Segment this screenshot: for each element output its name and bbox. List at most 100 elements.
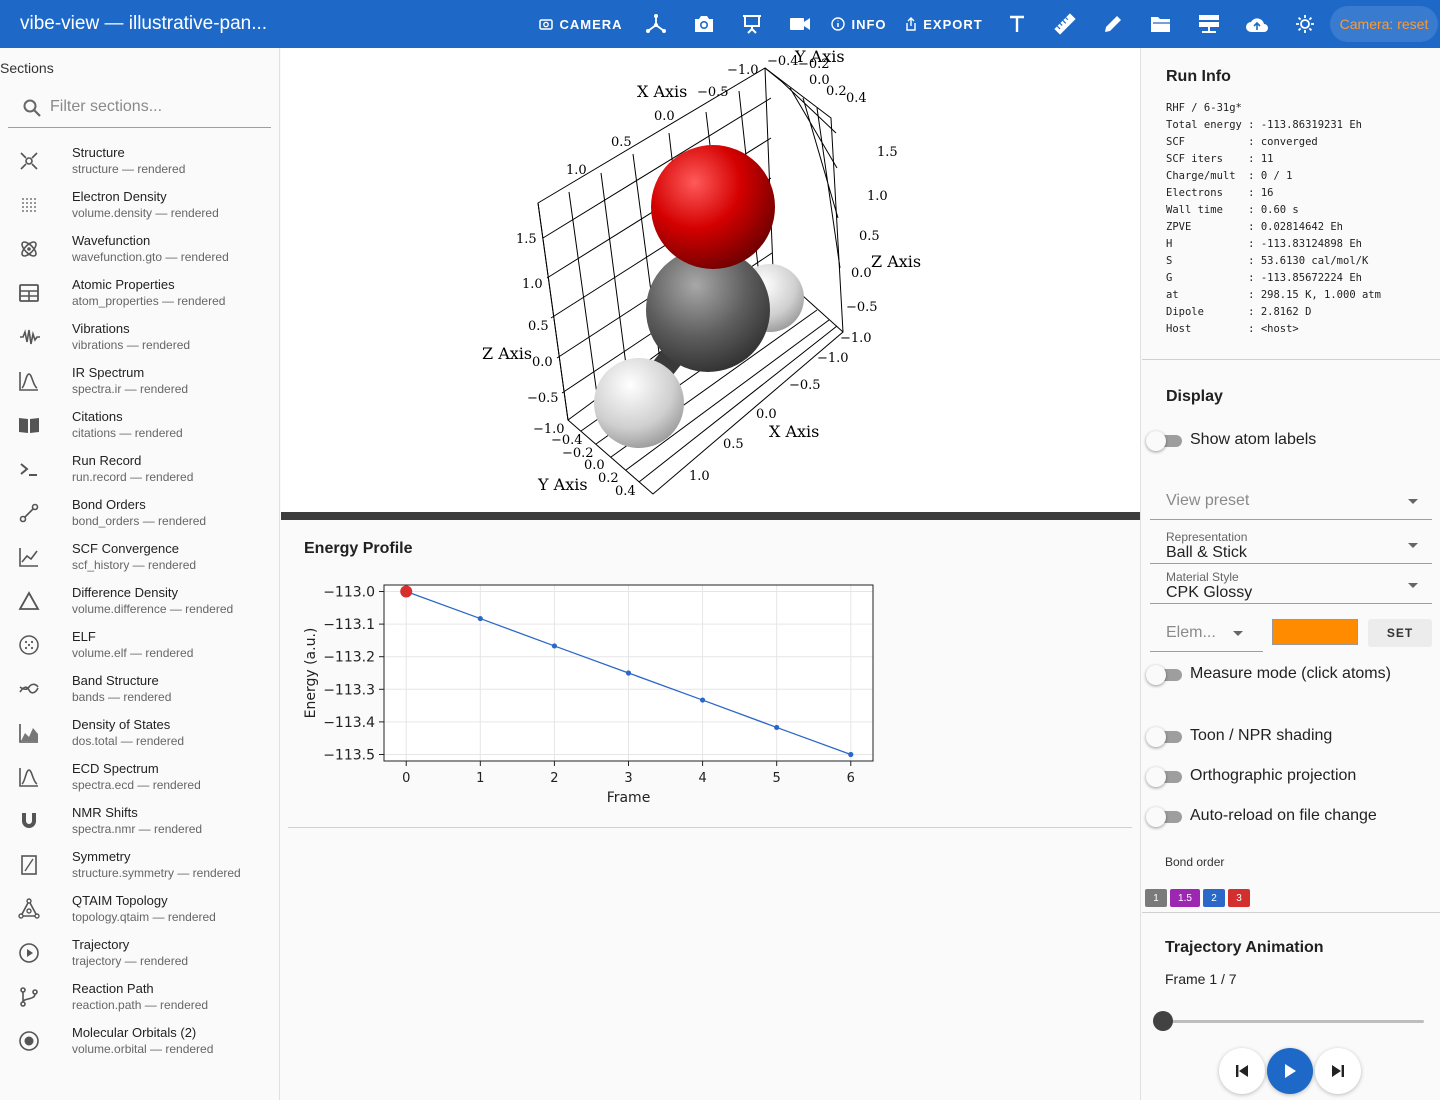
terminal-icon (20, 463, 37, 476)
sidebar-item-density-of-states[interactable]: Density of States dos.total — rendered (0, 712, 279, 756)
presentation-icon (743, 15, 761, 34)
molecule-3d-viewer[interactable]: −1.0 −0.4 −0.2 0.0 0.2 0.4 −0.5 0.0 0.5 1.0 1.5 1… (281, 47, 1140, 512)
molecule-3d-canvas[interactable]: −1.0−0.4 −0.20.00.2 0.4 −0.50.00.51.0 1.51… (281, 47, 1140, 512)
sidebar-item-label: Bond Orders (72, 497, 146, 512)
sidebar-item-reaction-path[interactable]: Reaction Path reaction.path — rendered (0, 976, 279, 1020)
measure-mode-toggle[interactable]: Measure mode (click atoms) (1144, 663, 1434, 685)
sidebar-item-label: Reaction Path (72, 981, 154, 996)
camera-icon (539, 19, 554, 30)
sidebar-item-citations[interactable]: Citations citations — rendered (0, 404, 279, 448)
sidebar-item-difference-density[interactable]: Difference Density volume.difference — re… (0, 580, 279, 624)
sidebar-item-ir-spectrum[interactable]: IR Spectrum spectra.ir — rendered (0, 360, 279, 404)
axes-button[interactable] (640, 0, 672, 48)
orbital-icon (19, 1031, 39, 1051)
sidebar-item-vibrations[interactable]: Vibrations vibrations — rendered (0, 316, 279, 360)
element-color-swatch[interactable] (1272, 619, 1358, 645)
toon-shading-toggle[interactable]: Toon / NPR shading (1144, 725, 1434, 747)
screenshot-button[interactable] (688, 0, 720, 48)
x-tick-label: 2 (550, 771, 558, 786)
open-folder-button[interactable] (1146, 0, 1176, 48)
server-button[interactable] (1194, 0, 1224, 48)
sidebar-item-trajectory[interactable]: Trajectory trajectory — rendered (0, 932, 279, 976)
show-atom-labels-toggle[interactable]: Show atom labels (1144, 429, 1434, 451)
sidebar-item-source: run.record — rendered (72, 470, 194, 484)
sidebar-item-source: volume.orbital — rendered (72, 1042, 214, 1056)
text-tool-button[interactable] (1002, 0, 1032, 48)
sidebar-item-molecular-orbitals-2[interactable]: Molecular Orbitals (2) volume.orbital — r… (0, 1020, 279, 1064)
trajectory-title: Trajectory Animation (1165, 939, 1324, 956)
screenshot-icon (695, 16, 713, 32)
sidebar-item-label: Electron Density (72, 189, 167, 204)
hydrogen-atom-front (594, 358, 684, 448)
representation-select[interactable]: Representation Ball & Stick (1150, 530, 1432, 564)
material-style-select[interactable]: Material Style CPK Glossy (1150, 570, 1432, 604)
svg-text:0.5: 0.5 (723, 437, 744, 452)
energy-profile-card: Energy Profile −113.0 −113.1 −113.2 −113.3−… (288, 520, 1132, 828)
sidebar-item-symmetry[interactable]: Symmetry structure.symmetry — rendered (0, 844, 279, 888)
y-tick-label: −113.4 (323, 715, 375, 731)
app-title: vibe-view — illustrative-pan... (20, 13, 268, 34)
presentation-button[interactable] (736, 0, 768, 48)
set-color-button[interactable]: SET (1368, 619, 1432, 647)
sidebar-item-label: Trajectory (72, 937, 130, 952)
sidebar-item-scf-convergence[interactable]: SCF Convergence scf_history — rendered (0, 536, 279, 580)
theme-button[interactable] (1290, 0, 1320, 48)
trajectory-frame-text: Frame 1 / 7 (1165, 971, 1237, 987)
element-select[interactable]: Elem... (1150, 616, 1263, 652)
record-video-button[interactable] (784, 0, 816, 48)
svg-text:X Axis: X Axis (769, 422, 819, 441)
previous-frame-button[interactable] (1219, 1048, 1265, 1094)
ruler-icon (1054, 13, 1076, 35)
sidebar-item-structure[interactable]: Structure structure — rendered (0, 140, 279, 184)
video-icon (790, 18, 810, 30)
skip-previous-icon (1236, 1065, 1248, 1077)
ruler-button[interactable] (1050, 0, 1080, 48)
chevron-down-icon (1408, 499, 1418, 504)
info-icon (831, 17, 846, 31)
sidebar-item-run-record[interactable]: Run Record run.record — rendered (0, 448, 279, 492)
svg-text:1.5: 1.5 (516, 232, 537, 247)
sidebar-item-label: Molecular Orbitals (2) (72, 1025, 197, 1040)
svg-text:−0.5: −0.5 (789, 378, 821, 393)
cloud-upload-button[interactable] (1242, 0, 1272, 48)
auto-reload-toggle[interactable]: Auto-reload on file change (1144, 805, 1434, 827)
trajectory-slider[interactable] (1153, 1011, 1424, 1031)
text-icon (1010, 15, 1024, 32)
svg-text:1.0: 1.0 (867, 189, 888, 204)
section-filter-placeholder: Filter sections... (50, 98, 163, 115)
sidebar-item-nmr-shifts[interactable]: NMR Shifts spectra.nmr — rendered (0, 800, 279, 844)
info-button[interactable]: INFO (830, 0, 888, 48)
export-button[interactable]: EXPORT (904, 0, 984, 48)
sidebar-item-atomic-properties[interactable]: Atomic Properties atom_properties — rende… (0, 272, 279, 316)
viewer-divider-handle[interactable] (281, 512, 1140, 520)
sidebar-item-elf[interactable]: ELF volume.elf — rendered (0, 624, 279, 668)
sidebar-item-band-structure[interactable]: Band Structure bands — rendered (0, 668, 279, 712)
next-frame-button[interactable] (1315, 1048, 1361, 1094)
section-filter-input[interactable]: Filter sections... (8, 88, 271, 128)
sidebar-item-source: scf_history — rendered (72, 558, 197, 572)
view-preset-select[interactable]: View preset (1150, 484, 1432, 520)
sidebar-item-ecd-spectrum[interactable]: ECD Spectrum spectra.ecd — rendered (0, 756, 279, 800)
play-button[interactable] (1267, 1048, 1313, 1094)
camera-button[interactable]: CAMERA (538, 0, 624, 48)
molecule-atoms (594, 145, 804, 448)
pencil-button[interactable] (1098, 0, 1128, 48)
dotted-circle-icon (19, 635, 39, 655)
spectrum-icon (19, 768, 38, 787)
energy-point (848, 751, 854, 758)
orthographic-toggle[interactable]: Orthographic projection (1144, 765, 1434, 787)
sidebar-item-electron-density[interactable]: Electron Density volume.density — rendere… (0, 184, 279, 228)
svg-text:−1.0: −1.0 (727, 63, 759, 78)
svg-text:0.5: 0.5 (859, 229, 880, 244)
camera-reset-button[interactable]: Camera: reset (1330, 6, 1438, 42)
trajectory-slider-thumb[interactable] (1153, 1011, 1173, 1031)
sidebar-item-bond-orders[interactable]: Bond Orders bond_orders — rendered (0, 492, 279, 536)
svg-text:0.5: 0.5 (611, 135, 632, 150)
sidebar-item-wavefunction[interactable]: Wavefunction wavefunction.gto — rendered (0, 228, 279, 272)
branch-icon (20, 987, 38, 1007)
svg-text:1.0: 1.0 (689, 469, 710, 484)
topology-icon (18, 898, 40, 919)
sidebar-item-qtaim-topology[interactable]: QTAIM Topology topology.qtaim — rendered (0, 888, 279, 932)
sidebar-item-source: topology.qtaim — rendered (72, 910, 216, 924)
current-frame-marker (400, 585, 413, 598)
